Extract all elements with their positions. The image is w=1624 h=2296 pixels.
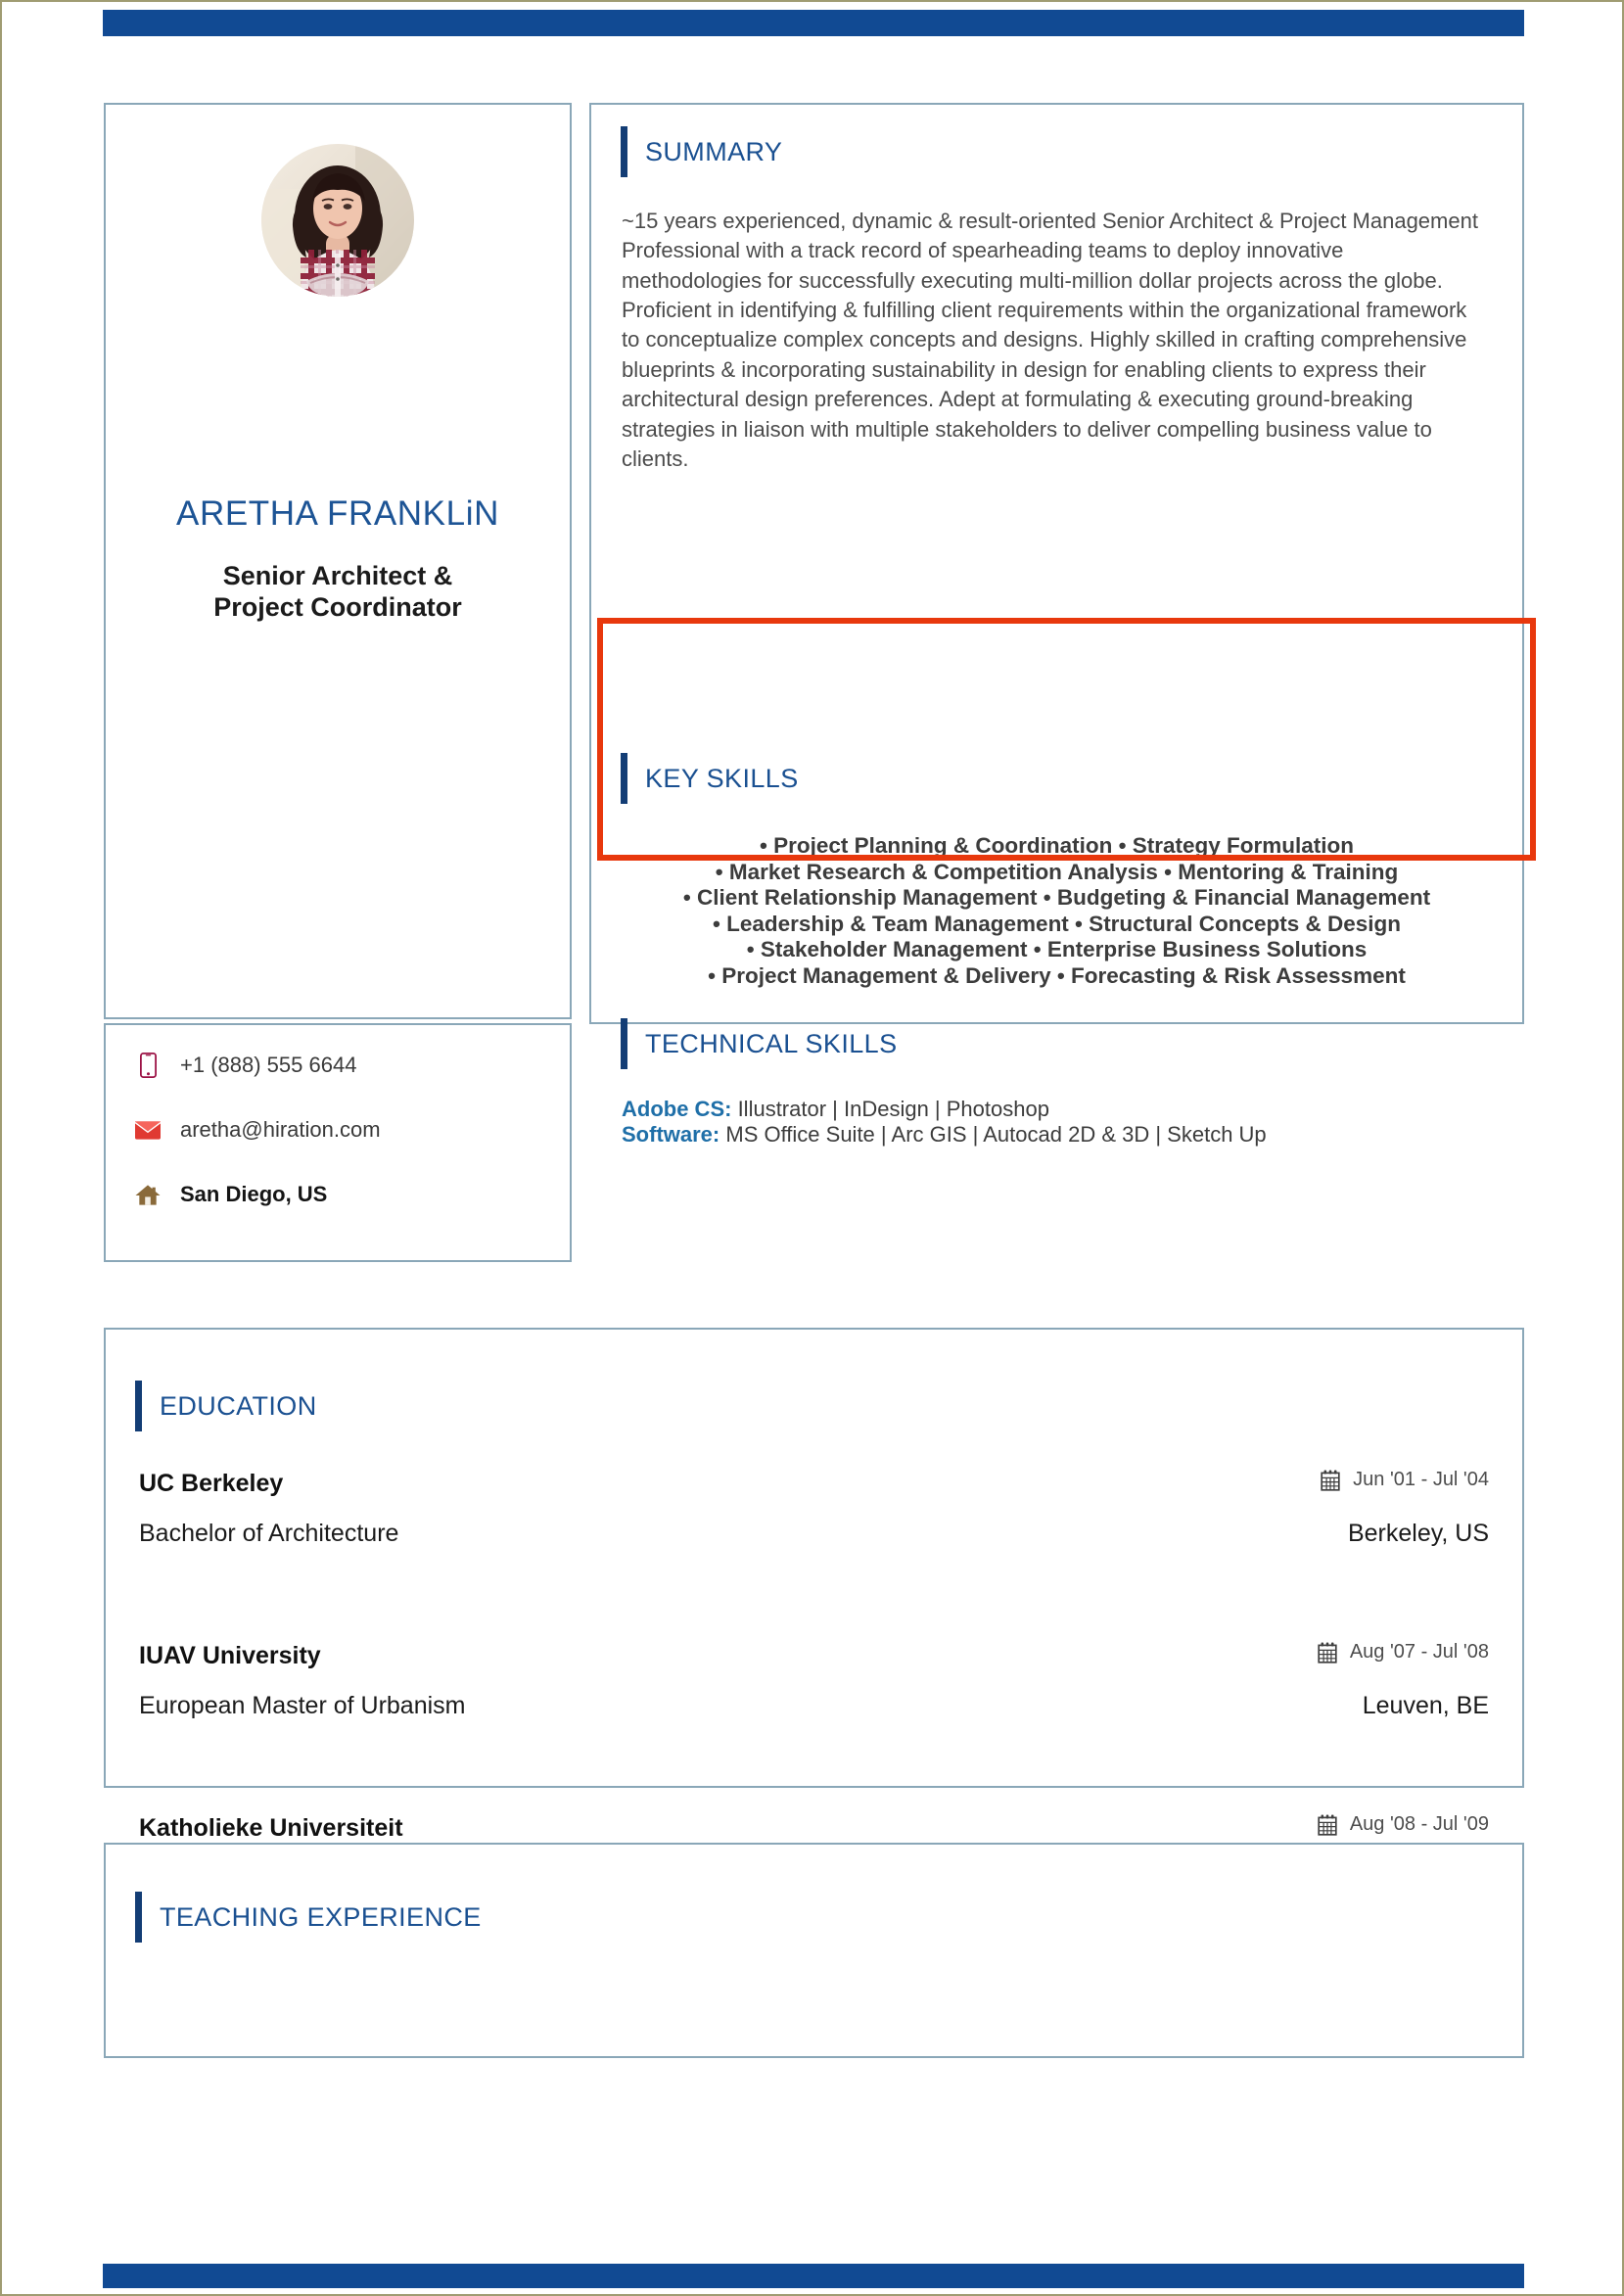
section-header-technical-skills: TECHNICAL SKILLS (621, 1018, 897, 1069)
person-title-line-1: Senior Architect & (222, 561, 453, 590)
section-title-teaching-experience: TEACHING EXPERIENCE (160, 1901, 482, 1932)
section-title-education: EDUCATION (160, 1390, 317, 1421)
email-icon-svg (135, 1120, 161, 1140)
person-name: ARETHA FRANKLiN (176, 494, 499, 533)
education-location: Leuven, BE (1362, 1691, 1489, 1719)
section-accent-bar (621, 1018, 627, 1069)
section-header-summary: SUMMARY (621, 126, 782, 177)
profile-photo-illustration (261, 144, 414, 297)
section-title-technical-skills: TECHNICAL SKILLS (645, 1028, 898, 1058)
section-header-key-skills: KEY SKILLS (621, 753, 799, 804)
education-date-text: Aug '07 - Jul '08 (1349, 1641, 1489, 1663)
education-school: UC Berkeley (139, 1469, 284, 1497)
phone-icon-svg (139, 1053, 157, 1078)
technical-skills-label: Adobe CS: (622, 1097, 732, 1121)
technical-skills-label: Software: (622, 1122, 720, 1148)
technical-skills-row: Software: MS Office Suite | Arc GIS | Au… (622, 1122, 1267, 1148)
education-entry-row-top: UC Berkeley Jun '01 - Jul '04 (139, 1469, 1489, 1498)
home-icon-svg (135, 1184, 161, 1205)
person-title: Senior Architect & Project Coordinator (145, 561, 531, 624)
section-header-education: EDUCATION (135, 1381, 317, 1431)
page-bottom-accent-bar (103, 2264, 1524, 2288)
calendar-icon (1321, 1470, 1340, 1491)
avatar (261, 144, 414, 297)
education-degree: European Master of Urbanism (139, 1691, 466, 1719)
email-icon (135, 1115, 161, 1145)
section-title-summary: SUMMARY (645, 136, 783, 166)
calendar-icon (1318, 1642, 1337, 1663)
page-top-accent-bar (103, 10, 1524, 36)
education-entry-row-bottom: European Master of Urbanism Leuven, BE (139, 1692, 1489, 1720)
education-entry-row-top: Katholieke Universiteit Aug '08 - Jul '0… (139, 1813, 1489, 1843)
contact-row-email: aretha@hiration.com (135, 1115, 381, 1145)
key-skills-list: • Project Planning & Coordination • Stra… (621, 833, 1493, 989)
contact-row-phone: +1 (888) 555 6644 (135, 1051, 356, 1080)
education-school: IUAV University (139, 1641, 321, 1669)
education-entry: IUAV University Aug '07 - Jul '08 Europe… (139, 1641, 1489, 1720)
key-skills-line: • Client Relationship Management • Budge… (682, 885, 1431, 911)
phone-icon (135, 1051, 161, 1080)
education-daterange: Jun '01 - Jul '04 (1320, 1469, 1489, 1491)
avatar-wrapper (106, 144, 570, 297)
section-header-teaching-experience: TEACHING EXPERIENCE (135, 1892, 482, 1943)
summary-skills-card: SUMMARY ~15 years experienced, dynamic &… (589, 103, 1524, 1147)
education-entry-row-top: IUAV University Aug '07 - Jul '08 (139, 1641, 1489, 1670)
section-title-key-skills: KEY SKILLS (645, 763, 799, 793)
resume-page: ARETHA FRANKLiN Senior Architect & Proje… (0, 0, 1624, 2296)
key-skills-line: • Stakeholder Management • Enterprise Bu… (746, 937, 1368, 962)
contact-phone-value: +1 (888) 555 6644 (180, 1053, 357, 1077)
key-skills-line: • Project Management & Delivery • Foreca… (708, 962, 1406, 988)
technical-skills-list: Adobe CS: Illustrator | InDesign | Photo… (622, 1097, 1267, 1148)
calendar-icon (1318, 1814, 1337, 1836)
profile-card: ARETHA FRANKLiN Senior Architect & Proje… (104, 103, 572, 1019)
education-daterange: Aug '08 - Jul '09 (1317, 1813, 1489, 1836)
key-skills-line: • Project Planning & Coordination • Stra… (759, 833, 1355, 858)
education-entry: UC Berkeley Jun '01 - Jul '04 Bachelor o… (139, 1469, 1489, 1548)
education-school: Katholieke Universiteit (139, 1813, 403, 1842)
section-accent-bar (135, 1892, 142, 1943)
education-entry-row-bottom: Bachelor of Architecture Berkeley, US (139, 1520, 1489, 1548)
section-accent-bar (621, 126, 627, 177)
technical-skills-value: Illustrator | InDesign | Photoshop (731, 1097, 1049, 1121)
summary-text: ~15 years experienced, dynamic & result-… (622, 209, 1478, 471)
key-skills-line: • Market Research & Competition Analysis… (715, 859, 1399, 884)
contact-card: +1 (888) 555 6644 aretha@hiration.com Sa… (104, 1023, 572, 1262)
section-accent-bar (621, 753, 627, 804)
section-accent-bar (135, 1381, 142, 1431)
key-skills-line: • Leadership & Team Management • Structu… (713, 911, 1401, 936)
contact-email-value: aretha@hiration.com (180, 1117, 381, 1142)
technical-skills-value: MS Office Suite | Arc GIS | Autocad 2D &… (719, 1122, 1267, 1148)
teaching-experience-card: TEACHING EXPERIENCE (104, 1843, 1524, 2058)
contact-location-value: San Diego, US (180, 1182, 328, 1206)
education-location: Berkeley, US (1347, 1519, 1489, 1547)
education-daterange: Aug '07 - Jul '08 (1317, 1641, 1489, 1663)
home-icon (135, 1180, 161, 1209)
education-date-text: Aug '08 - Jul '09 (1349, 1813, 1489, 1835)
education-date-text: Jun '01 - Jul '04 (1353, 1469, 1489, 1490)
contact-row-location: San Diego, US (135, 1180, 327, 1209)
education-card: EDUCATION UC Berkeley Jun '01 - Jul '04 … (104, 1328, 1524, 1892)
person-title-line-2: Project Coordinator (213, 591, 462, 622)
education-degree: Bachelor of Architecture (139, 1519, 399, 1547)
technical-skills-row: Adobe CS: Illustrator | InDesign | Photo… (622, 1097, 1267, 1122)
